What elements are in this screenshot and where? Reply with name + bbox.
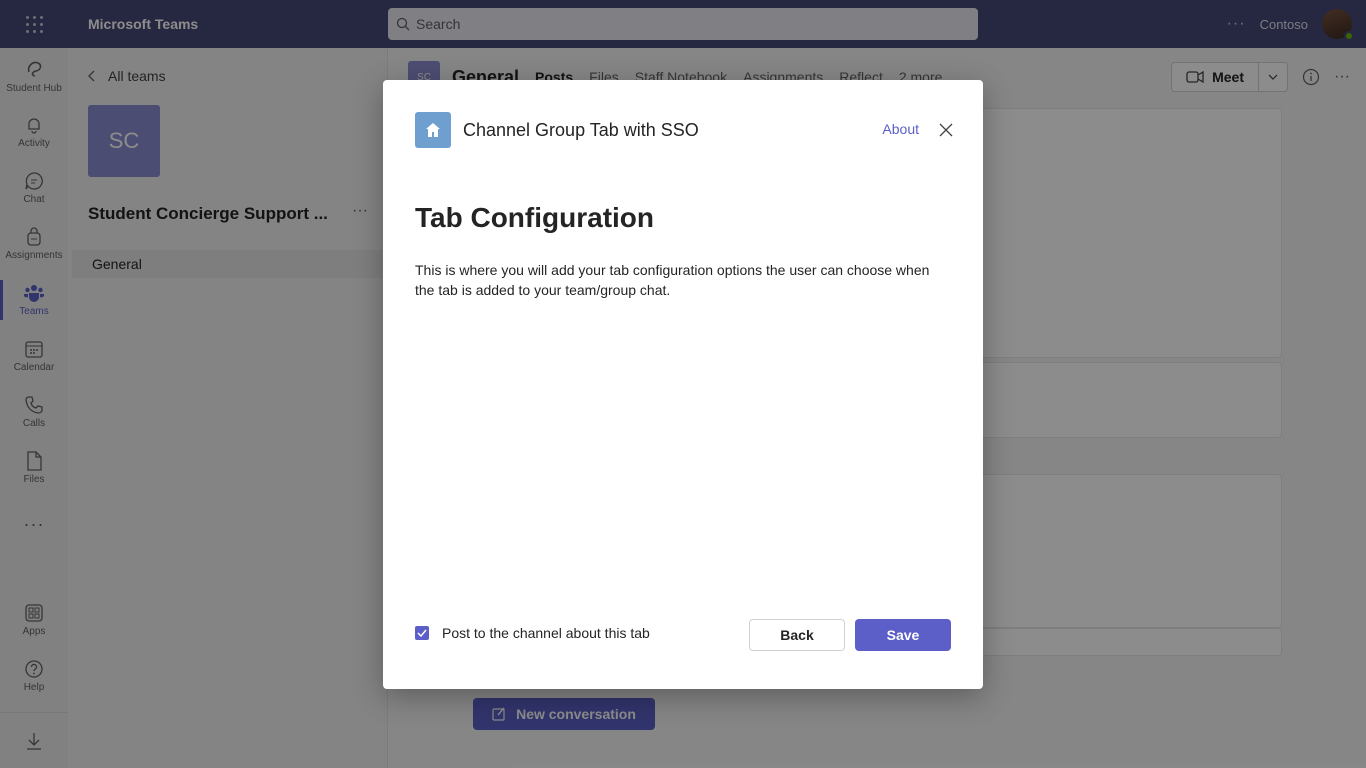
back-button[interactable]: Back (749, 619, 845, 651)
tab-config-dialog: Channel Group Tab with SSO About Tab Con… (383, 80, 983, 689)
close-icon (939, 123, 953, 137)
post-to-channel-checkbox[interactable] (415, 626, 429, 640)
post-to-channel-label[interactable]: Post to the channel about this tab (442, 625, 650, 641)
close-button[interactable] (937, 121, 955, 139)
dialog-body-text: This is where you will add your tab conf… (415, 262, 930, 298)
dialog-heading: Tab Configuration (415, 202, 654, 233)
dialog-footer: Post to the channel about this tab Back … (415, 618, 951, 652)
app-icon (415, 112, 451, 148)
dialog-app-name: Channel Group Tab with SSO (463, 119, 699, 140)
about-link[interactable]: About (882, 121, 919, 137)
save-button[interactable]: Save (855, 619, 951, 651)
home-icon (426, 123, 440, 137)
checkmark-icon (417, 629, 427, 637)
dialog-header: Channel Group Tab with SSO About (415, 112, 955, 148)
